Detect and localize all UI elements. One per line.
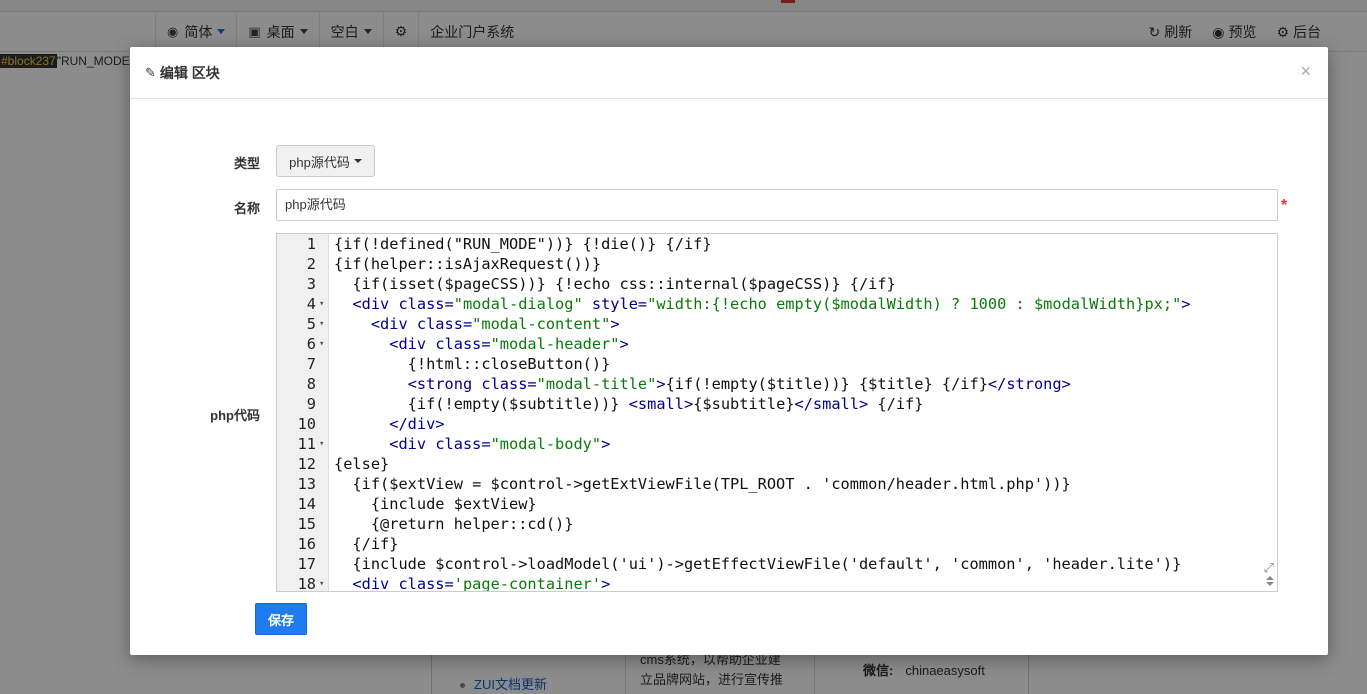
fold-arrow-icon[interactable]: ▾ <box>319 314 324 334</box>
scroll-up-icon[interactable] <box>1266 576 1274 580</box>
code-line[interactable]: 8 <strong class="modal-title">{if(!empty… <box>277 374 1277 394</box>
code-text: <div class='page-container'> <box>352 575 611 592</box>
scroll-down-icon[interactable] <box>1266 582 1274 586</box>
code-text: {include $control->loadModel('ui')->getE… <box>334 555 1182 573</box>
code-editor[interactable]: 1 {if(!defined("RUN_MODE"))} {!die()} {/i… <box>276 233 1278 592</box>
line-number: 11 <box>297 435 316 453</box>
code-text: {if(helper::isAjaxRequest())} <box>334 255 602 273</box>
code-text: {else} <box>334 455 390 473</box>
line-number: 7 <box>306 355 316 373</box>
code-line[interactable]: 16 {/if} <box>277 534 1277 554</box>
line-number: 5 <box>306 315 316 333</box>
required-mark: * <box>1281 197 1288 214</box>
code-text: {@return helper::cd()} <box>334 515 574 533</box>
code-line[interactable]: 5 ▾ <div class="modal-content"> <box>277 314 1277 334</box>
line-number: 12 <box>297 455 316 473</box>
line-number: 16 <box>297 535 316 553</box>
resize-icon[interactable]: ⤢ <box>1264 560 1274 576</box>
code-text: </div> <box>389 415 445 433</box>
code-text: <div class="modal-body"> <box>389 435 611 453</box>
line-number: 8 <box>306 375 316 393</box>
line-number: 9 <box>306 395 316 413</box>
code-text: {if(!empty($subtitle))} <small>{$subtitl… <box>334 395 924 413</box>
code-line[interactable]: 11 ▾ <div class="modal-body"> <box>277 434 1277 454</box>
code-text: {!html::closeButton()} <box>334 355 611 373</box>
chevron-down-icon <box>353 159 362 163</box>
code-line[interactable]: 18 ▾ <div class='page-container'> <box>277 574 1277 592</box>
close-icon[interactable]: × <box>1300 61 1311 82</box>
line-number: 18 <box>297 575 316 592</box>
code-line[interactable]: 15 {@return helper::cd()} <box>277 514 1277 534</box>
code-text: {if(!defined("RUN_MODE"))} {!die()} {/if… <box>334 235 712 253</box>
code-text: {if($extView = $control->getExtViewFile(… <box>334 475 1071 493</box>
fold-arrow-icon[interactable]: ▾ <box>319 334 324 354</box>
code-line[interactable]: 2 {if(helper::isAjaxRequest())} <box>277 254 1277 274</box>
type-value: php源代码 <box>289 154 350 170</box>
code-label: php代码 <box>210 408 260 423</box>
line-number: 10 <box>297 415 316 433</box>
fold-arrow-icon[interactable]: ▾ <box>319 294 324 314</box>
code-text: <strong class="modal-title">{if(!empty($… <box>407 375 1071 393</box>
line-number: 14 <box>297 495 316 513</box>
scroll-arrows[interactable] <box>1264 576 1276 590</box>
line-number: 6 <box>306 335 316 353</box>
code-line[interactable]: 13 {if($extView = $control->getExtViewFi… <box>277 474 1277 494</box>
code-line[interactable]: 3 {if(isset($pageCSS))} {!echo css::inte… <box>277 274 1277 294</box>
code-line[interactable]: 12 {else} <box>277 454 1277 474</box>
line-number: 1 <box>306 235 316 253</box>
line-number: 2 <box>306 255 316 273</box>
code-text: <div class="modal-content"> <box>370 315 620 333</box>
code-line[interactable]: 14 {include $extView} <box>277 494 1277 514</box>
name-label: 名称 <box>233 201 260 216</box>
code-line[interactable]: 1 {if(!defined("RUN_MODE"))} {!die()} {/i… <box>277 234 1277 254</box>
code-line[interactable]: 4 ▾ <div class="modal-dialog" style="widt… <box>277 294 1277 314</box>
code-text: {include $extView} <box>334 495 537 513</box>
code-line[interactable]: 7 {!html::closeButton()} <box>277 354 1277 374</box>
save-button[interactable]: 保存 <box>255 603 307 635</box>
line-number: 17 <box>297 555 316 573</box>
fold-arrow-icon[interactable]: ▾ <box>319 574 324 591</box>
code-text: {/if} <box>334 535 399 553</box>
line-number: 4 <box>306 295 316 313</box>
line-number: 3 <box>306 275 316 293</box>
modal-header: ✎ 编辑 区块 <box>130 47 1328 99</box>
line-number: 15 <box>297 515 316 533</box>
code-text: {if(isset($pageCSS))} {!echo css::intern… <box>334 275 896 293</box>
type-dropdown[interactable]: php源代码 <box>276 145 375 177</box>
code-text: <div class="modal-dialog" style="width:{… <box>352 295 1191 313</box>
edit-block-modal: ✎ 编辑 区块 × 类型 php源代码 名称 php源代码 * php代码 1 {… <box>130 47 1328 655</box>
modal-title: 编辑 区块 <box>159 64 220 81</box>
code-line[interactable]: 6 ▾ <div class="modal-header"> <box>277 334 1277 354</box>
code-line[interactable]: 10 </div> <box>277 414 1277 434</box>
code-text: <div class="modal-header"> <box>389 335 629 353</box>
line-number: 13 <box>297 475 316 493</box>
code-line[interactable]: 9 {if(!empty($subtitle))} <small>{$subti… <box>277 394 1277 414</box>
pencil-icon: ✎ <box>145 64 156 80</box>
type-label: 类型 <box>233 156 260 171</box>
name-input[interactable]: php源代码 <box>276 189 1278 221</box>
fold-arrow-icon[interactable]: ▾ <box>319 434 324 454</box>
code-line[interactable]: 17 {include $control->loadModel('ui')->g… <box>277 554 1277 574</box>
